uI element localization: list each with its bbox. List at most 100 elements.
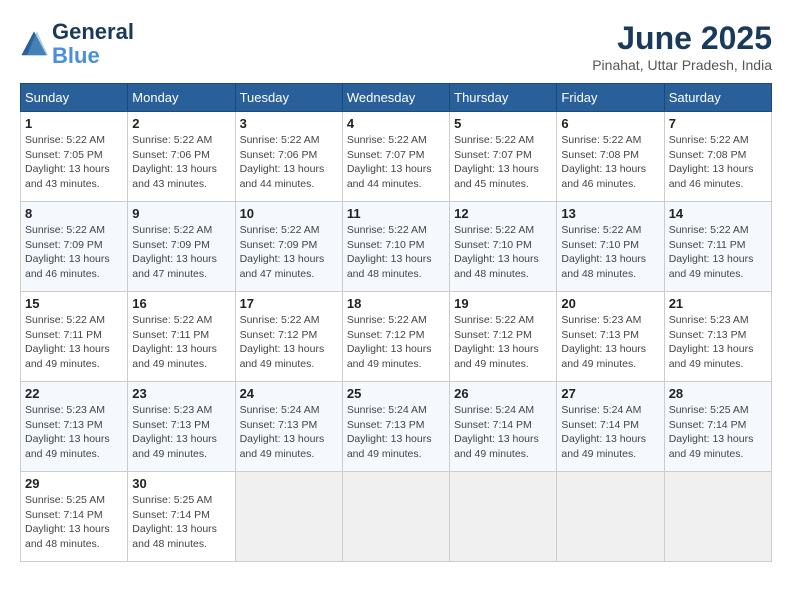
table-row: 22 Sunrise: 5:23 AMSunset: 7:13 PMDayligh… [21,382,128,472]
day-number: 8 [25,206,123,221]
table-row [664,472,771,562]
day-info: Sunrise: 5:22 AMSunset: 7:07 PMDaylight:… [347,133,445,192]
table-row: 14 Sunrise: 5:22 AMSunset: 7:11 PMDayligh… [664,202,771,292]
table-row: 24 Sunrise: 5:24 AMSunset: 7:13 PMDayligh… [235,382,342,472]
day-number: 2 [132,116,230,131]
day-number: 4 [347,116,445,131]
day-number: 16 [132,296,230,311]
table-row: 17 Sunrise: 5:22 AMSunset: 7:12 PMDayligh… [235,292,342,382]
day-number: 22 [25,386,123,401]
day-number: 26 [454,386,552,401]
day-number: 3 [240,116,338,131]
day-number: 14 [669,206,767,221]
day-info: Sunrise: 5:22 AMSunset: 7:10 PMDaylight:… [561,223,659,282]
table-row: 13 Sunrise: 5:22 AMSunset: 7:10 PMDayligh… [557,202,664,292]
table-row: 19Sunrise: 5:22 AMSunset: 7:12 PMDayligh… [450,292,557,382]
logo-text: General Blue [52,20,134,68]
day-number: 24 [240,386,338,401]
table-row: 27 Sunrise: 5:24 AMSunset: 7:14 PMDayligh… [557,382,664,472]
day-number: 28 [669,386,767,401]
day-info: Sunrise: 5:24 AMSunset: 7:13 PMDaylight:… [347,403,445,462]
table-row [450,472,557,562]
day-number: 21 [669,296,767,311]
table-row: 21 Sunrise: 5:23 AMSunset: 7:13 PMDayligh… [664,292,771,382]
day-info: Sunrise: 5:22 AMSunset: 7:06 PMDaylight:… [132,133,230,192]
day-info: Sunrise: 5:25 AMSunset: 7:14 PMDaylight:… [669,403,767,462]
day-info: Sunrise: 5:24 AMSunset: 7:13 PMDaylight:… [240,403,338,462]
day-info: Sunrise: 5:23 AMSunset: 7:13 PMDaylight:… [25,403,123,462]
day-number: 9 [132,206,230,221]
table-row [342,472,449,562]
table-row: 26 Sunrise: 5:24 AMSunset: 7:14 PMDayligh… [450,382,557,472]
table-row: 7Sunrise: 5:22 AMSunset: 7:08 PMDaylight… [664,112,771,202]
calendar-week-row: 8 Sunrise: 5:22 AMSunset: 7:09 PMDaylight… [21,202,772,292]
day-number: 15 [25,296,123,311]
day-info: Sunrise: 5:22 AMSunset: 7:10 PMDaylight:… [347,223,445,282]
day-info: Sunrise: 5:24 AMSunset: 7:14 PMDaylight:… [561,403,659,462]
day-info: Sunrise: 5:22 AMSunset: 7:09 PMDaylight:… [25,223,123,282]
table-row: 28 Sunrise: 5:25 AMSunset: 7:14 PMDayligh… [664,382,771,472]
day-info: Sunrise: 5:22 AMSunset: 7:06 PMDaylight:… [240,133,338,192]
day-info: Sunrise: 5:22 AMSunset: 7:11 PMDaylight:… [25,313,123,372]
day-number: 13 [561,206,659,221]
table-row: 23 Sunrise: 5:23 AMSunset: 7:13 PMDayligh… [128,382,235,472]
calendar-week-row: 22 Sunrise: 5:23 AMSunset: 7:13 PMDayligh… [21,382,772,472]
table-row: 5 Sunrise: 5:22 AMSunset: 7:07 PMDaylight… [450,112,557,202]
day-info: Sunrise: 5:22 AMSunset: 7:11 PMDaylight:… [669,223,767,282]
location: Pinahat, Uttar Pradesh, India [592,57,772,73]
day-number: 1 [25,116,123,131]
table-row: 30 Sunrise: 5:25 AMSunset: 7:14 PMDayligh… [128,472,235,562]
col-tuesday: Tuesday [235,84,342,112]
day-info: Sunrise: 5:23 AMSunset: 7:13 PMDaylight:… [132,403,230,462]
table-row: 2 Sunrise: 5:22 AMSunset: 7:06 PMDaylight… [128,112,235,202]
day-info: Sunrise: 5:23 AMSunset: 7:13 PMDaylight:… [669,313,767,372]
day-info: Sunrise: 5:22 AMSunset: 7:09 PMDaylight:… [240,223,338,282]
calendar-table: Sunday Monday Tuesday Wednesday Thursday… [20,83,772,562]
table-row [235,472,342,562]
day-info: Sunrise: 5:22 AMSunset: 7:09 PMDaylight:… [132,223,230,282]
table-row: 8 Sunrise: 5:22 AMSunset: 7:09 PMDaylight… [21,202,128,292]
table-row: 4 Sunrise: 5:22 AMSunset: 7:07 PMDaylight… [342,112,449,202]
day-info: Sunrise: 5:22 AMSunset: 7:11 PMDaylight:… [132,313,230,372]
table-row: 10 Sunrise: 5:22 AMSunset: 7:09 PMDayligh… [235,202,342,292]
day-number: 10 [240,206,338,221]
day-number: 5 [454,116,552,131]
table-row: 18 Sunrise: 5:22 AMSunset: 7:12 PMDayligh… [342,292,449,382]
day-number: 18 [347,296,445,311]
title-area: June 2025 Pinahat, Uttar Pradesh, India [592,20,772,73]
day-number: 20 [561,296,659,311]
calendar-week-row: 15 Sunrise: 5:22 AMSunset: 7:11 PMDayligh… [21,292,772,382]
day-number: 17 [240,296,338,311]
day-info: Sunrise: 5:25 AMSunset: 7:14 PMDaylight:… [132,493,230,552]
col-friday: Friday [557,84,664,112]
page-header: General Blue June 2025 Pinahat, Uttar Pr… [20,20,772,73]
table-row: 6Sunrise: 5:22 AMSunset: 7:08 PMDaylight… [557,112,664,202]
col-thursday: Thursday [450,84,557,112]
day-info: Sunrise: 5:22 AMSunset: 7:12 PMDaylight:… [454,313,552,372]
day-info: Sunrise: 5:22 AMSunset: 7:07 PMDaylight:… [454,133,552,192]
table-row: 3 Sunrise: 5:22 AMSunset: 7:06 PMDaylight… [235,112,342,202]
day-number: 30 [132,476,230,491]
day-number: 6 [561,116,659,131]
col-saturday: Saturday [664,84,771,112]
day-info: Sunrise: 5:23 AMSunset: 7:13 PMDaylight:… [561,313,659,372]
calendar-week-row: 1 Sunrise: 5:22 AMSunset: 7:05 PMDaylight… [21,112,772,202]
day-number: 27 [561,386,659,401]
table-row: 29Sunrise: 5:25 AMSunset: 7:14 PMDayligh… [21,472,128,562]
col-wednesday: Wednesday [342,84,449,112]
col-sunday: Sunday [21,84,128,112]
month-title: June 2025 [592,20,772,57]
day-info: Sunrise: 5:22 AMSunset: 7:05 PMDaylight:… [25,133,123,192]
day-info: Sunrise: 5:22 AMSunset: 7:12 PMDaylight:… [347,313,445,372]
day-info: Sunrise: 5:22 AMSunset: 7:08 PMDaylight:… [669,133,767,192]
col-monday: Monday [128,84,235,112]
day-info: Sunrise: 5:24 AMSunset: 7:14 PMDaylight:… [454,403,552,462]
table-row: 16 Sunrise: 5:22 AMSunset: 7:11 PMDayligh… [128,292,235,382]
day-number: 23 [132,386,230,401]
table-row: 1 Sunrise: 5:22 AMSunset: 7:05 PMDaylight… [21,112,128,202]
day-number: 12 [454,206,552,221]
table-row: 9 Sunrise: 5:22 AMSunset: 7:09 PMDaylight… [128,202,235,292]
table-row: 15 Sunrise: 5:22 AMSunset: 7:11 PMDayligh… [21,292,128,382]
logo-icon [20,30,48,58]
day-info: Sunrise: 5:22 AMSunset: 7:12 PMDaylight:… [240,313,338,372]
